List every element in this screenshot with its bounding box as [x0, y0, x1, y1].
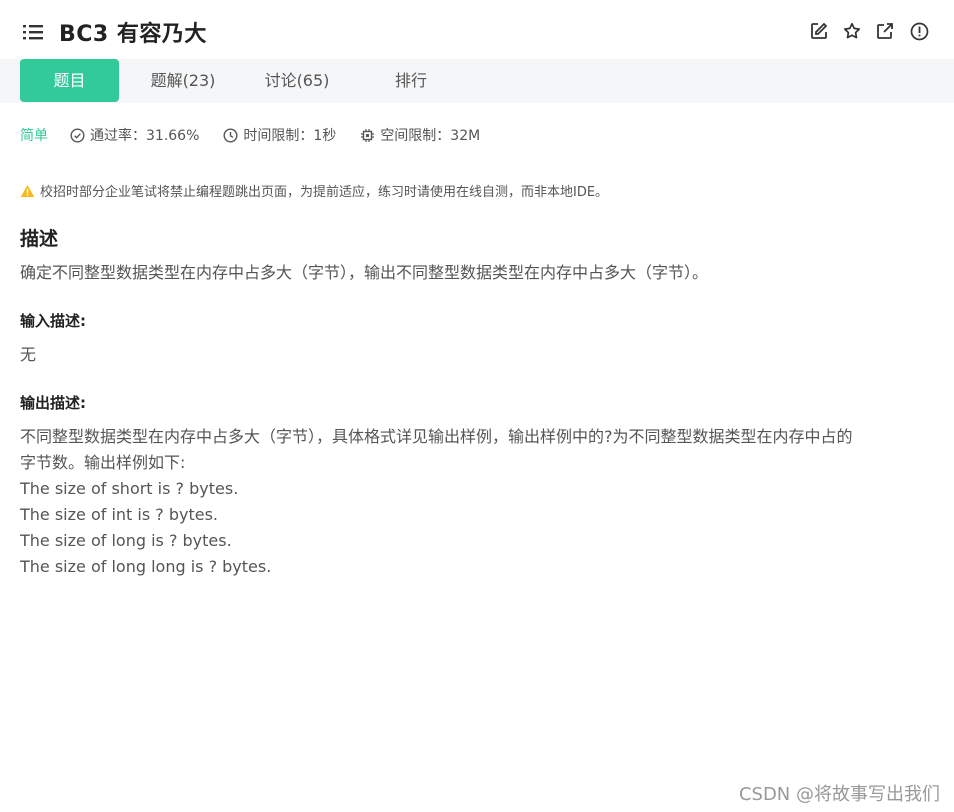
space-limit: 空间限制：32M [360, 125, 480, 145]
output-heading: 输出描述: [20, 394, 86, 412]
time-limit: 时间限制：1秒 [223, 125, 336, 145]
clock-icon [223, 127, 238, 143]
pass-rate-text: 通过率：31.66% [90, 128, 200, 144]
output-sample-line: The size of long is ? bytes. [20, 531, 232, 550]
exam-warning: 校招时部分企业笔试将禁止编程题跳出页面，为提前适应，练习时请使用在线自测，而非本… [20, 181, 608, 200]
problem-title: BC3 有容乃大 [59, 22, 207, 47]
chip-icon [361, 128, 375, 142]
input-text: 无 [20, 345, 37, 364]
star-icon[interactable] [841, 20, 863, 42]
tab-bar: 题目 题解(23) 讨论(65) 排行 [0, 59, 954, 103]
list-icon[interactable] [22, 22, 44, 42]
tab-solutions[interactable]: 题解(23) [140, 59, 226, 102]
warning-icon [20, 184, 35, 197]
problem-meta: 简单 通过率：31.66% 时间限制：1秒 空间限制：32M [20, 125, 504, 145]
edit-icon[interactable] [808, 20, 830, 42]
share-icon[interactable] [874, 20, 896, 42]
output-sample-line: The size of long long is ? bytes. [20, 557, 272, 576]
tab-problem[interactable]: 题目 [20, 59, 119, 102]
tab-discussion[interactable]: 讨论(65) [254, 59, 340, 102]
output-text-line-1: 不同整型数据类型在内存中占多大（字节），具体格式详见输出样例，输出样例中的?为不… [20, 427, 853, 446]
tab-ranking[interactable]: 排行 [380, 59, 442, 102]
problem-header: BC3 有容乃大 [0, 0, 954, 60]
input-heading: 输入描述: [20, 312, 86, 330]
description-heading: 描述 [20, 228, 59, 250]
warning-text: 校招时部分企业笔试将禁止编程题跳出页面，为提前适应，练习时请使用在线自测，而非本… [40, 185, 609, 200]
space-limit-text: 空间限制：32M [380, 128, 481, 144]
output-sample-line: The size of int is ? bytes. [20, 505, 219, 524]
check-circle-icon [70, 127, 85, 143]
time-limit-text: 时间限制：1秒 [243, 128, 337, 144]
watermark: CSDN @将故事写出我们 [738, 784, 940, 805]
difficulty-badge: 简单 [20, 128, 48, 144]
output-text-line-2: 字节数。输出样例如下: [20, 453, 186, 472]
description-text: 确定不同整型数据类型在内存中占多大（字节），输出不同整型数据类型在内存中占多大（… [20, 263, 709, 282]
report-icon[interactable] [908, 20, 930, 42]
output-sample-line: The size of short is ? bytes. [20, 479, 239, 498]
pass-rate: 通过率：31.66% [70, 125, 199, 145]
